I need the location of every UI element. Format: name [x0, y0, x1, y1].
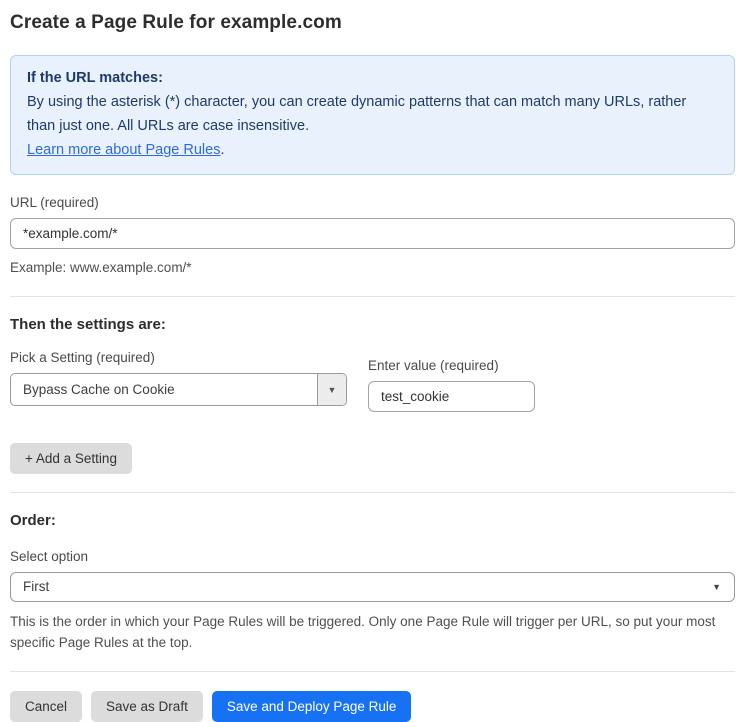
info-box-body: By using the asterisk (*) character, you…: [27, 90, 718, 138]
setting-select[interactable]: Bypass Cache on Cookie ▼: [10, 373, 347, 406]
url-input[interactable]: [10, 218, 735, 249]
setting-select-arrow-button[interactable]: ▼: [317, 374, 346, 405]
order-helper-text: This is the order in which your Page Rul…: [10, 611, 735, 653]
create-page-rule-panel: Create a Page Rule for example.com If th…: [0, 0, 750, 722]
chevron-down-icon: ▼: [712, 573, 721, 601]
value-field-label: Enter value (required): [368, 358, 535, 373]
divider: [10, 671, 735, 672]
url-field-label: URL (required): [10, 195, 735, 210]
value-column: Enter value (required): [368, 341, 535, 412]
info-box-heading: If the URL matches:: [27, 66, 718, 90]
save-as-draft-button[interactable]: Save as Draft: [91, 691, 203, 722]
url-example-helper: Example: www.example.com/*: [10, 257, 735, 278]
url-match-info-box: If the URL matches: By using the asteris…: [10, 55, 735, 175]
learn-more-link[interactable]: Learn more about Page Rules: [27, 142, 220, 158]
chevron-down-icon: ▼: [328, 385, 337, 395]
cancel-button[interactable]: Cancel: [10, 691, 82, 722]
add-setting-button[interactable]: + Add a Setting: [10, 443, 132, 474]
order-section-heading: Order:: [10, 512, 735, 529]
setting-value-input[interactable]: [368, 381, 535, 412]
order-select-value: First: [23, 579, 49, 594]
save-and-deploy-button[interactable]: Save and Deploy Page Rule: [212, 691, 412, 722]
setting-column: Pick a Setting (required) Bypass Cache o…: [10, 333, 347, 412]
settings-row: Pick a Setting (required) Bypass Cache o…: [10, 333, 735, 412]
link-period: .: [220, 142, 224, 158]
info-box-link-line: Learn more about Page Rules.: [27, 138, 718, 162]
divider: [10, 296, 735, 297]
footer-actions: Cancel Save as Draft Save and Deploy Pag…: [10, 691, 735, 722]
page-title: Create a Page Rule for example.com: [10, 12, 735, 34]
divider: [10, 492, 735, 493]
order-select[interactable]: First ▼: [10, 572, 735, 602]
setting-select-label: Pick a Setting (required): [10, 350, 347, 365]
order-select-label: Select option: [10, 549, 735, 564]
setting-select-value: Bypass Cache on Cookie: [11, 374, 317, 405]
settings-section-heading: Then the settings are:: [10, 316, 735, 333]
